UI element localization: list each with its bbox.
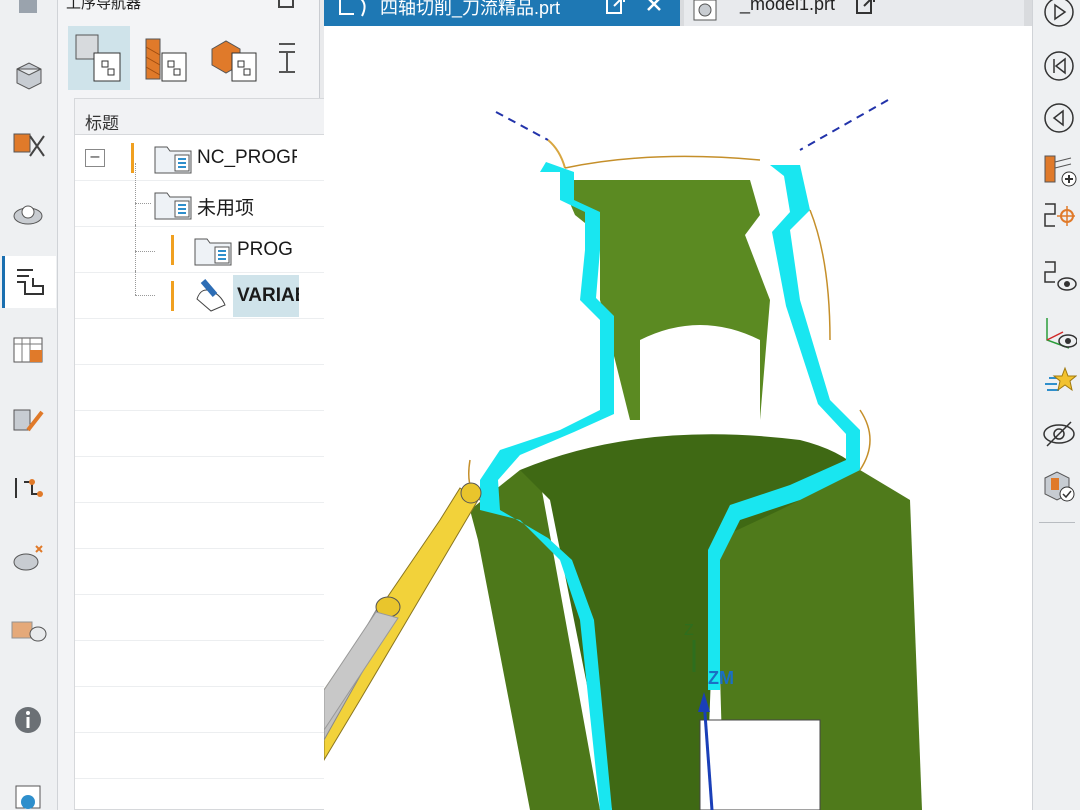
- tree-row-nc-program[interactable]: – NC_PROGRAM: [75, 135, 353, 181]
- step-back-icon[interactable]: [1039, 98, 1079, 138]
- empty-row: [75, 641, 353, 687]
- tab-label: _model1.prt: [740, 0, 836, 14]
- tab-active-part[interactable]: 四轴切削_刀流精品.prt: [324, 0, 680, 26]
- generate-toolpath-icon[interactable]: [1039, 150, 1079, 190]
- operation-tree: 标题 – NC_PROGRAM 未用项 PROGRAM: [74, 98, 354, 810]
- empty-row: [75, 457, 353, 503]
- column-header-title[interactable]: 标题: [75, 99, 353, 135]
- empty-row: [75, 365, 353, 411]
- variable-contour-operation-icon: [196, 279, 226, 312]
- cam-part-model[interactable]: [324, 26, 1032, 810]
- tree-row-unused-items[interactable]: 未用项: [75, 163, 353, 227]
- resource-bar: [0, 0, 58, 810]
- tree-row-variable-contour[interactable]: VARIABLE_CONTOUR: [75, 271, 353, 319]
- close-icon[interactable]: [644, 0, 664, 14]
- empty-row: [75, 779, 353, 810]
- reuse-library-icon[interactable]: [4, 462, 52, 514]
- roles-icon[interactable]: [4, 532, 52, 584]
- z-axis-label: Z: [684, 622, 694, 639]
- empty-row: [75, 319, 353, 365]
- tree-row-program[interactable]: PROGRAM: [75, 225, 353, 273]
- program-group-icon: [194, 238, 232, 266]
- tree-connector: [135, 225, 136, 273]
- collapse-toggle[interactable]: –: [85, 149, 105, 167]
- process-icon[interactable]: [4, 394, 52, 446]
- part-navigator-icon[interactable]: [4, 0, 52, 32]
- tab-model[interactable]: _model1.prt: [684, 0, 1024, 26]
- web-browser-icon[interactable]: [4, 770, 52, 810]
- part-file-icon: [339, 0, 366, 17]
- empty-row: [75, 595, 353, 641]
- empty-row: [75, 687, 353, 733]
- operation-navigator-icon[interactable]: [2, 256, 56, 308]
- program-order-view-icon[interactable]: [68, 26, 130, 90]
- nx-cam-window: 工序导航器 标题 – NC_PROGRAM: [0, 0, 1080, 810]
- tree-connector: [135, 271, 136, 295]
- open-new-window-icon[interactable]: [604, 0, 626, 16]
- toolbar-divider: [1039, 522, 1075, 523]
- tree-connector: [135, 163, 136, 227]
- tree-row-label: NC_PROGRAM: [197, 147, 297, 168]
- tree-row-label: PROGRAM: [237, 239, 293, 260]
- tab-label: 四轴切削_刀流精品.prt: [380, 0, 561, 18]
- status-marker: [171, 235, 174, 265]
- replay-toolpath-icon[interactable]: [1039, 256, 1079, 296]
- play-icon[interactable]: [1039, 0, 1079, 32]
- verify-toolpath-icon[interactable]: [1039, 196, 1079, 236]
- constraint-navigator-icon[interactable]: [4, 118, 52, 170]
- hide-icon[interactable]: [1039, 414, 1079, 454]
- right-toolbar: [1032, 0, 1080, 810]
- rewind-icon[interactable]: [1039, 46, 1079, 86]
- status-marker: [131, 143, 134, 173]
- empty-row: [75, 733, 353, 779]
- history-icon[interactable]: [4, 604, 52, 656]
- graphics-window[interactable]: Z ZM: [324, 26, 1032, 810]
- tree-row-label: VARIABLE_CONTOUR: [237, 285, 299, 306]
- check-icon[interactable]: [1039, 466, 1079, 506]
- show-tool-axis-icon[interactable]: [1039, 312, 1079, 352]
- empty-row: [75, 503, 353, 549]
- program-group-icon: [154, 146, 192, 174]
- navigator-title: 工序导航器: [66, 0, 142, 12]
- machining-feature-icon[interactable]: [4, 324, 52, 376]
- zm-axis-label: ZM: [708, 668, 734, 688]
- geometry-view-icon[interactable]: [204, 26, 266, 90]
- machine-tool-view-icon[interactable]: [134, 26, 196, 90]
- tree-row-label: 未用项: [197, 198, 255, 219]
- tree-connector: [135, 251, 155, 252]
- operation-navigator-panel: 工序导航器 标题 – NC_PROGRAM: [58, 0, 354, 810]
- empty-row: [75, 411, 353, 457]
- navigator-view-toolbar: [68, 24, 308, 92]
- simulate-icon[interactable]: [1039, 362, 1079, 402]
- assembly-navigator-icon[interactable]: [4, 48, 52, 100]
- tree-connector: [135, 295, 155, 296]
- open-new-window-icon[interactable]: [854, 0, 876, 16]
- tree-connector: [135, 203, 151, 204]
- method-view-icon[interactable]: [272, 26, 302, 90]
- info-icon[interactable]: [4, 694, 52, 746]
- machine-tool-icon[interactable]: [4, 186, 52, 238]
- document-tab-bar: 四轴切削_刀流精品.prt _model1.prt: [324, 0, 1032, 26]
- minimize-icon[interactable]: [278, 0, 294, 8]
- part-file-icon: [693, 0, 717, 21]
- program-group-icon: [154, 192, 192, 220]
- status-marker: [171, 281, 174, 311]
- empty-row: [75, 549, 353, 595]
